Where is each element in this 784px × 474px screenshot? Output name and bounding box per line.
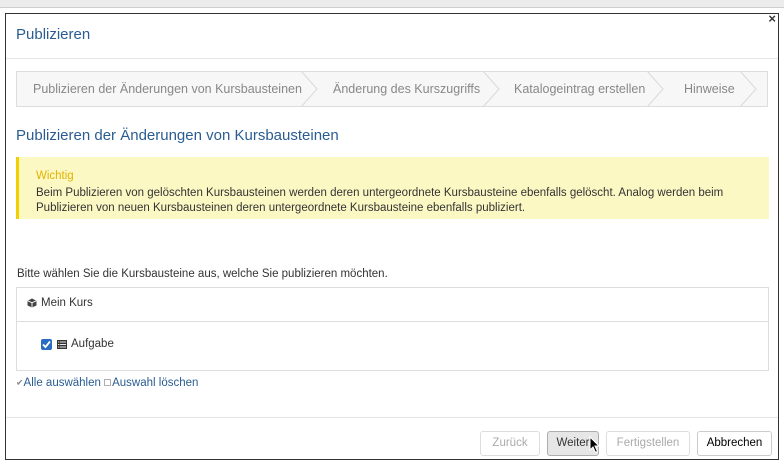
warning-alert: Wichtig Beim Publizieren von gelöschten … xyxy=(16,157,769,219)
checkbox-checked-icon[interactable] xyxy=(41,339,52,350)
wizard-step-notes[interactable]: Hinweise xyxy=(684,72,735,106)
finish-button[interactable]: Fertigstellen xyxy=(606,431,690,456)
course-icon xyxy=(27,298,37,308)
dialog-title: Publizieren xyxy=(16,26,91,43)
course-label: Mein Kurs xyxy=(41,297,93,309)
section-title: Publizieren der Änderungen von Kursbaust… xyxy=(16,127,339,144)
wizard-steps: Publizieren der Änderungen von Kursbaust… xyxy=(16,71,768,107)
cancel-button[interactable]: Abbrechen xyxy=(697,431,772,456)
back-button[interactable]: Zurück xyxy=(480,431,540,456)
alert-title: Wichtig xyxy=(36,170,74,182)
top-band xyxy=(0,0,784,8)
step-separator-icon xyxy=(299,72,335,106)
task-list-icon xyxy=(57,340,67,349)
course-node-tree: Mein Kurs Aufgabe xyxy=(16,287,769,371)
wizard-step-course-access[interactable]: Änderung des Kurszugriffs xyxy=(333,72,480,106)
select-all-link[interactable]: Alle auswählen xyxy=(24,377,101,389)
dialog-footer: Zurück Weiter Fertigstellen Abbrechen xyxy=(6,417,778,459)
close-icon[interactable]: × xyxy=(768,11,776,26)
wizard-step-publish-changes[interactable]: Publizieren der Änderungen von Kursbaust… xyxy=(33,72,302,106)
step-separator-icon xyxy=(645,72,681,106)
alert-text: Beim Publizieren von gelöschten Kursbaus… xyxy=(36,187,724,214)
tree-row-task[interactable]: Aufgabe xyxy=(17,323,768,370)
selection-links: ✔Alle auswählen Auswahl löschen xyxy=(16,377,198,389)
select-all-check-icon: ✔ xyxy=(16,377,24,388)
publish-dialog: Publizieren × Publizieren der Änderungen… xyxy=(5,11,779,460)
selection-instruction: Bitte wählen Sie die Kursbausteine aus, … xyxy=(17,268,388,280)
step-separator-icon xyxy=(481,72,517,106)
dialog-header: Publizieren × xyxy=(6,11,778,59)
tree-row-course: Mein Kurs xyxy=(17,288,768,322)
clear-selection-link[interactable]: Auswahl löschen xyxy=(112,377,198,389)
clear-selection-box-icon xyxy=(104,378,112,386)
wizard-step-catalog-entry[interactable]: Katalogeintrag erstellen xyxy=(514,72,645,106)
task-label: Aufgabe xyxy=(71,338,114,350)
step-separator-icon xyxy=(738,72,767,106)
mouse-pointer-icon xyxy=(589,436,601,454)
